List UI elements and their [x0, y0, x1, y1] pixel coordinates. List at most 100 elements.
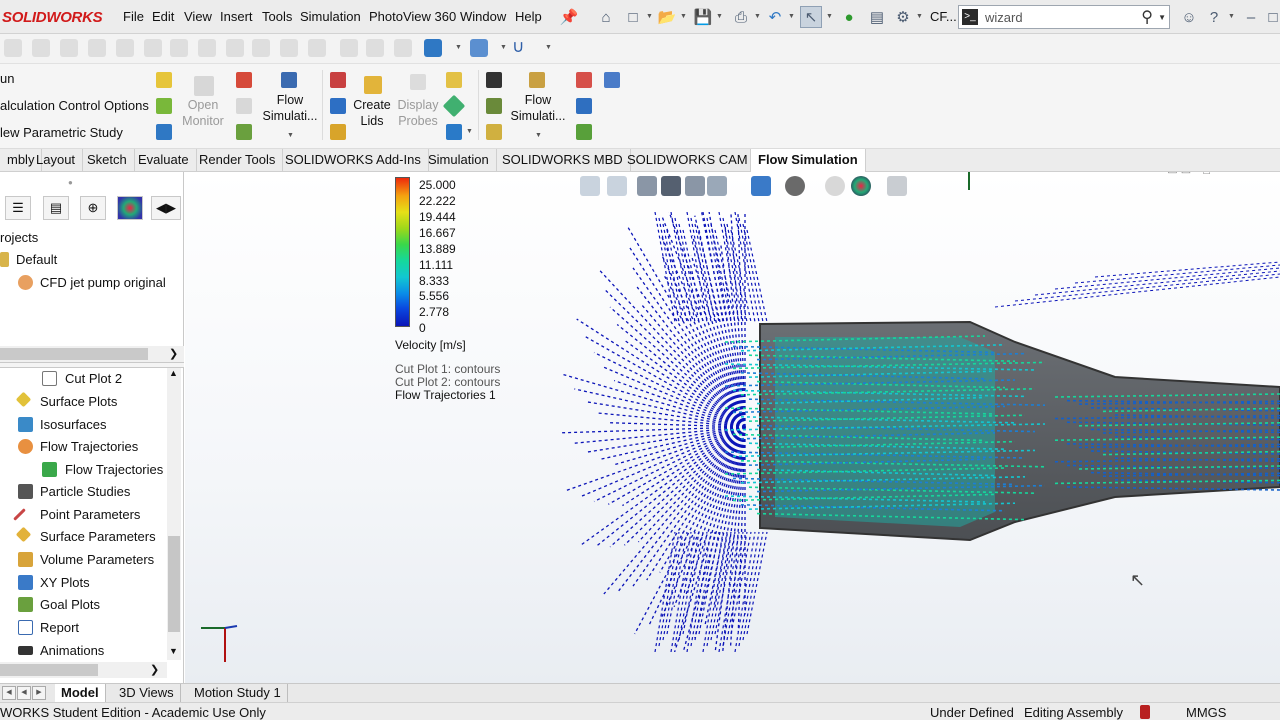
- apply-scene-icon[interactable]: [851, 176, 871, 196]
- minimize-icon[interactable]: –: [1240, 6, 1262, 28]
- tree-point-parameters[interactable]: Point Parameters: [40, 507, 140, 522]
- view-window-controls-icon[interactable]: ▭ ▭ – □: [1167, 172, 1210, 177]
- tree-xy-plots[interactable]: XY Plots: [40, 575, 90, 590]
- zoom-to-area-icon[interactable]: [607, 176, 627, 196]
- home-icon[interactable]: ⌂: [595, 6, 617, 28]
- menu-tools[interactable]: Tools: [262, 9, 292, 24]
- tree-particle-studies[interactable]: Particle Studies: [40, 484, 130, 499]
- tool-icon-3[interactable]: [60, 39, 78, 57]
- prev-tab-icon[interactable]: ◀: [17, 686, 31, 700]
- select-icon[interactable]: ↖: [800, 6, 822, 28]
- tool-icon-11[interactable]: [280, 39, 298, 57]
- load-results-icon[interactable]: [156, 124, 172, 140]
- tool-icon-12[interactable]: [308, 39, 326, 57]
- tab-addins[interactable]: SOLIDWORKS Add-Ins: [278, 149, 429, 172]
- tree-surface-plots[interactable]: Surface Plots: [40, 394, 117, 409]
- settings-icon[interactable]: [576, 72, 592, 88]
- user-icon[interactable]: ☺: [1178, 6, 1200, 28]
- new-dropdown-icon[interactable]: ▼: [646, 13, 653, 20]
- feature-tree-tab-icon[interactable]: ☰: [5, 196, 31, 220]
- units-status[interactable]: MMGS: [1186, 705, 1226, 720]
- tab-sketch[interactable]: Sketch: [80, 149, 135, 172]
- tab-simulation[interactable]: Simulation: [421, 149, 497, 172]
- flow-analysis-tab-icon[interactable]: ◀▶: [151, 196, 181, 220]
- tool-icon-14[interactable]: [366, 39, 384, 57]
- zoom-to-fit-icon[interactable]: [580, 176, 600, 196]
- menu-simulation[interactable]: Simulation: [300, 9, 361, 24]
- undo-icon[interactable]: ↶: [764, 6, 786, 28]
- tree-isosurfaces[interactable]: Isosurfaces: [40, 417, 106, 432]
- flag-icon[interactable]: [156, 72, 172, 88]
- print-icon[interactable]: ⎙: [730, 6, 752, 28]
- restore-icon[interactable]: □: [1262, 6, 1280, 28]
- calculation-control-options[interactable]: alculation Control Options: [0, 98, 149, 113]
- tool-icon-6[interactable]: [144, 39, 162, 57]
- scroll-right-icon[interactable]: ❯: [150, 663, 159, 676]
- pointer-tool-icon[interactable]: [236, 72, 252, 88]
- scroll-down-icon[interactable]: ▼: [169, 646, 178, 656]
- rebuild-icon[interactable]: ●: [838, 6, 860, 28]
- tool-icon-8[interactable]: [198, 39, 216, 57]
- tree-default[interactable]: Default: [16, 252, 57, 267]
- new-parametric-study[interactable]: lew Parametric Study: [0, 125, 123, 140]
- panel-splitter[interactable]: [0, 362, 184, 368]
- next-tab-icon[interactable]: ▶: [32, 686, 46, 700]
- tool-icon-2[interactable]: [32, 39, 50, 57]
- run-command[interactable]: un: [0, 71, 14, 86]
- goals-icon[interactable]: [330, 72, 346, 88]
- hide-show-dropdown-icon[interactable]: ▼: [500, 44, 507, 51]
- select-dropdown-icon[interactable]: ▼: [826, 13, 833, 20]
- new-document-icon[interactable]: □: [622, 6, 644, 28]
- tab-render-tools[interactable]: Render Tools: [192, 149, 284, 172]
- edit-appearance-icon[interactable]: [825, 176, 845, 196]
- tab-flow-simulation[interactable]: Flow Simulation: [750, 149, 866, 172]
- arrow-dropdown-icon[interactable]: ▼: [466, 128, 473, 135]
- tool-icon-7[interactable]: [170, 39, 188, 57]
- tree-flow-trajectories-1[interactable]: Flow Trajectories 1: [65, 462, 174, 477]
- car-icon[interactable]: [486, 72, 502, 88]
- chart-icon[interactable]: [576, 124, 592, 140]
- menu-file[interactable]: File: [123, 9, 144, 24]
- tab-mbd[interactable]: SOLIDWORKS MBD: [495, 149, 631, 172]
- tab-cam[interactable]: SOLIDWORKS CAM: [620, 149, 756, 172]
- display-style-icon[interactable]: [424, 39, 442, 57]
- more-options-icon[interactable]: [604, 72, 620, 88]
- file-properties-icon[interactable]: ▤: [866, 6, 888, 28]
- first-tab-icon[interactable]: ◀: [2, 686, 16, 700]
- menu-help[interactable]: Help: [515, 9, 542, 24]
- vertical-scrollbar-thumb[interactable]: [168, 536, 180, 632]
- tree-top-scrollbar[interactable]: ❯: [0, 346, 184, 362]
- tab-motion-study[interactable]: Motion Study 1: [188, 684, 288, 702]
- tab-evaluate[interactable]: Evaluate: [131, 149, 197, 172]
- scroll-up-icon[interactable]: ▲: [169, 368, 178, 378]
- arrow-icon[interactable]: [446, 124, 462, 140]
- view-settings-icon[interactable]: [887, 176, 907, 196]
- open-dropdown-icon[interactable]: ▼: [680, 13, 687, 20]
- save-dropdown-icon[interactable]: ▼: [716, 13, 723, 20]
- open-icon[interactable]: 📂: [656, 6, 678, 28]
- tree-flow-trajectories[interactable]: Flow Trajectories: [40, 439, 138, 454]
- save-icon[interactable]: 💾: [692, 6, 714, 28]
- tool-icon-15[interactable]: [394, 39, 412, 57]
- mesh-icon[interactable]: [236, 124, 252, 140]
- search-dropdown-icon[interactable]: ▼: [1158, 13, 1166, 22]
- menu-view[interactable]: View: [184, 9, 212, 24]
- curve-dropdown-icon[interactable]: ▼: [545, 44, 552, 51]
- view-orientation-icon[interactable]: [707, 176, 727, 196]
- tree-projects[interactable]: rojects: [0, 230, 38, 245]
- graphics-area[interactable]: ▭ ▭ – □ 25.000 22.222 19.444 16.667 13.8…: [185, 172, 1280, 683]
- curve-icon[interactable]: ∪: [512, 38, 530, 57]
- display-probes-button[interactable]: Display Probes: [396, 97, 440, 129]
- menu-photoview[interactable]: PhotoView 360: [369, 9, 456, 24]
- create-lids-button[interactable]: Create Lids: [350, 97, 394, 129]
- tree-vertical-scrollbar[interactable]: ▲ ▼: [167, 368, 181, 660]
- section-view-icon[interactable]: [661, 176, 681, 196]
- tab-layout[interactable]: Layout: [29, 149, 84, 172]
- pin-icon[interactable]: 📌: [558, 6, 580, 28]
- hide-show-items-icon[interactable]: [785, 176, 805, 196]
- tree-cut-plot-2[interactable]: Cut Plot 2: [65, 371, 122, 386]
- source-icon[interactable]: [330, 124, 346, 140]
- search-icon[interactable]: ⚲: [1141, 7, 1153, 27]
- table-icon[interactable]: [446, 72, 462, 88]
- search-input[interactable]: [985, 8, 1135, 26]
